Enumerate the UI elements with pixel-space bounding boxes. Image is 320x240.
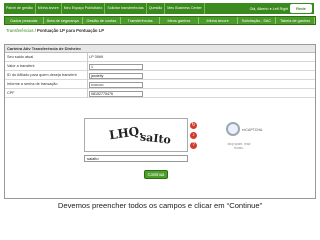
tab-ganhos[interactable]: Meus ganhos	[160, 17, 199, 24]
tab-contas[interactable]: Gestão de contas	[83, 17, 122, 24]
tab-tabela-ganhos[interactable]: Tabela de ganhos	[276, 17, 315, 24]
afiliado-input[interactable]: jandeity	[89, 72, 143, 79]
row-divider	[87, 80, 88, 89]
refresh-icon[interactable]: ↻	[190, 122, 197, 129]
topmenu-business[interactable]: Meu Business Center	[165, 3, 205, 14]
row-divider	[87, 62, 88, 71]
panel-title: Carteira Ativ Transferência de Dinheiro	[5, 45, 315, 53]
brand-logo: Rede	[290, 4, 312, 13]
tab-arvore[interactable]: Minha árvore	[199, 17, 238, 24]
audio-icon[interactable]: ♪	[190, 132, 197, 139]
valor-input[interactable]: 1	[89, 63, 143, 70]
main-nav: Dados pessoais Área de segurança Gestão …	[4, 16, 316, 25]
row-cpf: CPF 08152775476	[5, 89, 315, 98]
recaptcha-logo-icon	[226, 122, 240, 136]
row-saldo: Seu saldo atual LP 3969	[5, 53, 315, 62]
row-divider	[87, 89, 88, 98]
cpf-label: CPF	[7, 91, 15, 95]
row-divider	[87, 53, 88, 62]
tab-dados-pessoais[interactable]: Dados pessoais	[5, 17, 44, 24]
slide-caption: Devemos preencher todos os campos e clic…	[57, 201, 263, 210]
topmenu-arvore[interactable]: Minha árvore	[36, 3, 62, 14]
topbar-right: Olá, Alberto ● Left Right Rede	[250, 4, 314, 13]
row-afiliado: ID do Afiliado para quem deseja transfer…	[5, 71, 315, 80]
user-greeting: Olá, Alberto ● Left Right	[249, 6, 288, 11]
tab-sac[interactable]: Solicitação - SAC	[238, 17, 277, 24]
cpf-input[interactable]: 08152775476	[89, 90, 143, 97]
top-menu-bar: Painel de gestão Minha árvore Meu Espaço…	[4, 3, 314, 14]
topmenu-painel[interactable]: Painel de gestão	[4, 3, 36, 14]
tab-seguranca[interactable]: Área de segurança	[44, 17, 83, 24]
captcha-controls: ↻ ♪ ?	[190, 122, 197, 149]
recaptcha-logo-text: reCAPTCHA	[242, 128, 263, 132]
valor-label: Valor a transferir	[7, 64, 35, 68]
senha-label: Informe a senha de transação	[7, 82, 58, 86]
recaptcha-tagline: stop spam. read books.	[227, 142, 251, 150]
saldo-value: LP 3969	[89, 55, 104, 59]
topmenu-espaco[interactable]: Meu Espaço Publicitário	[62, 3, 106, 14]
senha-input[interactable]: ••••••••••	[89, 81, 143, 88]
row-valor: Valor a transferir 1	[5, 62, 315, 71]
captcha-word-1: LHQ.	[108, 123, 144, 143]
captcha-input[interactable]: saialto	[84, 155, 188, 162]
topmenu-transferencias[interactable]: Solicitar transferências	[105, 3, 147, 14]
breadcrumb-link[interactable]: Transferências	[6, 28, 34, 33]
row-divider	[87, 71, 88, 80]
tab-transferencias[interactable]: Transferências	[121, 17, 160, 24]
afiliado-label: ID do Afiliado para quem deseja transfer…	[7, 73, 77, 77]
captcha-word-2: saIto	[139, 130, 172, 147]
continue-button[interactable]: Continua	[144, 170, 168, 179]
saldo-label: Seu saldo atual	[7, 55, 34, 59]
captcha-image: LHQ. saIto	[84, 118, 188, 152]
help-icon[interactable]: ?	[190, 142, 197, 149]
row-senha: Informe a senha de transação ••••••••••	[5, 80, 315, 89]
breadcrumb: Transferências / Pontuação LP para Pontu…	[6, 28, 104, 33]
topmenu-questao[interactable]: Questão	[147, 3, 166, 14]
breadcrumb-current: Pontuação LP para Pontuação LP	[37, 28, 104, 33]
